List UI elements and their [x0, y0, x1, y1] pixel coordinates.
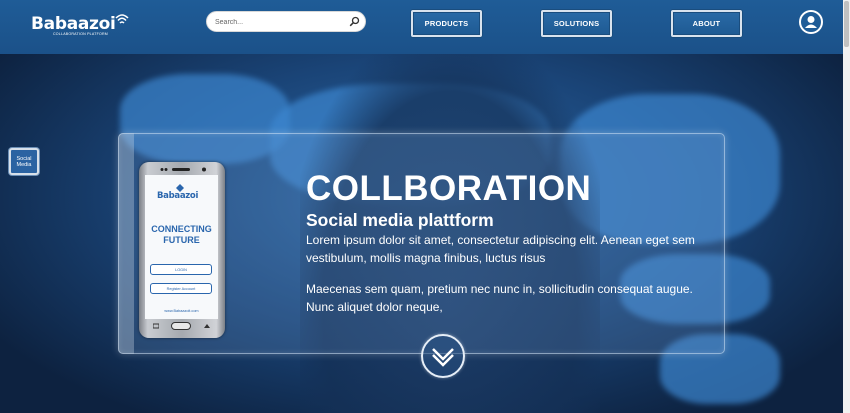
logo-text: Babaazoi [31, 14, 116, 34]
hero-title: COLLBORATION [306, 169, 592, 208]
phone-logo: Babaazoi [157, 183, 207, 205]
phone-tagline: CONNECTING FUTURE [145, 224, 218, 246]
phone-register-button[interactable]: Register Account [150, 283, 212, 294]
badge-line-2: Media [16, 161, 32, 168]
top-header: Babaazoi COLLABORATION PLATFORM PRODUCTS… [0, 0, 843, 54]
back-icon [153, 323, 159, 329]
badge-line-1: Social [16, 155, 32, 162]
home-button[interactable] [171, 322, 191, 330]
social-media-badge[interactable]: Social Media [9, 148, 39, 175]
nav-solutions-button[interactable]: SOLUTIONS [541, 10, 612, 37]
tagline-line-1: CONNECTING [151, 224, 212, 234]
phone-url: www.Babaazoit.com [164, 309, 199, 313]
hero-paragraph-2: Maecenas sem quam, pretium nec nunc in, … [306, 282, 693, 314]
search-box [206, 11, 366, 32]
wifi-mark-icon [115, 14, 129, 24]
page-scrollbar[interactable] [843, 0, 850, 413]
hero-subtitle: Social media plattform [306, 210, 494, 230]
nav-about-button[interactable]: ABOUT [671, 10, 742, 37]
recent-apps-icon [204, 324, 210, 328]
phone-logo-text: Babaazoi [157, 191, 199, 201]
search-icon[interactable] [349, 16, 360, 27]
tagline-line-2: FUTURE [163, 235, 200, 245]
logo-subtitle: COLLABORATION PLATFORM [53, 32, 108, 36]
phone-speaker-icon [160, 167, 206, 172]
nav-products-button[interactable]: PRODUCTS [411, 10, 482, 37]
brand-logo[interactable]: Babaazoi COLLABORATION PLATFORM [31, 12, 131, 42]
phone-login-button[interactable]: LOGIN [150, 264, 212, 275]
card-edge [118, 133, 134, 354]
hero-paragraph-1: Lorem ipsum dolor sit amet, consectetur … [306, 233, 695, 265]
scroll-down-button[interactable] [421, 334, 465, 378]
user-icon [805, 16, 817, 28]
user-account-button[interactable] [799, 10, 823, 34]
scrollbar-thumb[interactable] [844, 1, 849, 47]
search-input[interactable] [215, 15, 347, 29]
phone-nav-bar [145, 321, 218, 333]
chevron-down-icon [432, 348, 454, 367]
